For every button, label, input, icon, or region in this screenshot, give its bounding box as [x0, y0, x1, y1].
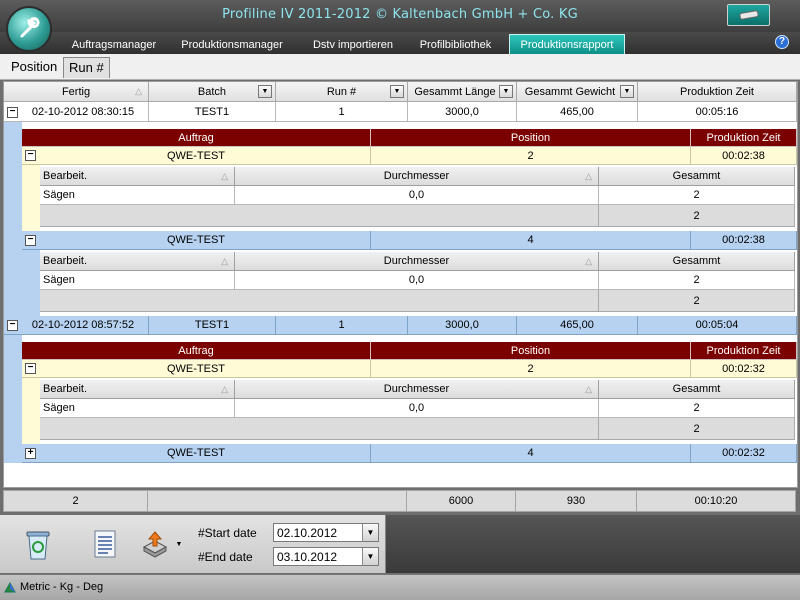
column-header-batch[interactable]: Batch ▼ — [149, 82, 276, 102]
collapse-icon[interactable]: − — [7, 320, 18, 331]
status-bar: Metric - Kg - Deg — [0, 574, 800, 600]
end-date-input[interactable]: 03.10.2012 ▼ — [273, 547, 379, 566]
order-row[interactable]: QWE-TEST 2 00:02:32 — [22, 360, 797, 378]
start-date-dropdown-icon[interactable]: ▼ — [362, 524, 378, 541]
help-icon[interactable]: ? — [775, 35, 789, 49]
operation-header: Bearbeit. △ Durchmesser △ Gesammt — [40, 167, 795, 186]
sort-icon: △ — [135, 86, 142, 96]
tab-produktionsmanager[interactable]: Produktionsmanager — [172, 36, 292, 54]
sort-icon: △ — [221, 383, 228, 394]
operation-header: Bearbeit. △ Durchmesser △ Gesammt — [40, 380, 795, 399]
column-header-fertig[interactable]: Fertig △ — [4, 82, 149, 102]
sort-icon: △ — [221, 255, 228, 266]
sort-icon: △ — [221, 170, 228, 181]
sort-icon: △ — [585, 383, 592, 394]
tab-produktionsrapport[interactable]: Produktionsrapport — [509, 34, 625, 54]
filter-dropdown-icon[interactable]: ▼ — [258, 85, 272, 98]
sort-icon: △ — [585, 170, 592, 181]
units-icon — [4, 581, 16, 593]
tab-dstv-importieren[interactable]: Dstv importieren — [303, 36, 403, 54]
units-status: Metric - Kg - Deg — [20, 581, 104, 593]
app-logo[interactable] — [6, 6, 52, 52]
view-tab-bar: Position Run # — [0, 54, 800, 80]
column-header-gewicht[interactable]: Gesammt Gewicht ▼ — [517, 82, 638, 102]
end-date-dropdown-icon[interactable]: ▼ — [362, 548, 378, 565]
report-document-icon[interactable] — [90, 527, 120, 561]
tab-position[interactable]: Position — [6, 57, 62, 78]
sort-icon: △ — [585, 255, 592, 266]
recycle-bin-icon[interactable] — [20, 525, 56, 563]
bottom-toolbar: ▼ #Start date 02.10.2012 ▼ #End date 03.… — [0, 515, 800, 573]
order-row[interactable]: QWE-TEST 4 00:02:32 — [22, 444, 797, 463]
collapse-icon[interactable]: − — [25, 150, 36, 161]
operation-row[interactable]: Sägen 0,0 2 — [40, 271, 795, 290]
report-controls: ▼ #Start date 02.10.2012 ▼ #End date 03.… — [0, 515, 386, 573]
window-control-icon — [738, 10, 759, 20]
operation-footer: 2 — [40, 290, 795, 312]
production-report-grid: Fertig △ Batch ▼ Run # ▼ Gesammt Länge ▼ Ges… — [3, 81, 798, 488]
expand-icon[interactable]: + — [25, 448, 36, 459]
summary-row: 2 6000 930 00:10:20 — [3, 490, 798, 512]
operation-row[interactable]: Sägen 0,0 2 — [40, 399, 795, 418]
table-row[interactable]: 02-10-2012 08:57:52 TEST1 1 3000,0 465,0… — [4, 316, 797, 335]
column-header-run[interactable]: Run # ▼ — [276, 82, 408, 102]
collapse-icon[interactable]: − — [25, 363, 36, 374]
operation-row[interactable]: Sägen 0,0 2 — [40, 186, 795, 205]
collapse-icon[interactable]: − — [7, 107, 18, 118]
start-date-label: #Start date — [198, 526, 257, 540]
title-bar: Profiline IV 2011-2012 © Kaltenbach GmbH… — [0, 0, 800, 32]
tab-profilbibliothek[interactable]: Profilbibliothek — [408, 36, 503, 54]
grid-header: Fertig △ Batch ▼ Run # ▼ Gesammt Länge ▼ Ges… — [4, 82, 797, 102]
end-date-label: #End date — [198, 550, 253, 564]
detail-header: Auftrag Position Produktion Zeit — [22, 129, 797, 147]
wrench-icon — [20, 17, 40, 38]
tab-run[interactable]: Run # — [63, 57, 110, 78]
start-date-input[interactable]: 02.10.2012 ▼ — [273, 523, 379, 542]
export-icon[interactable] — [138, 527, 172, 561]
export-menu-chevron-icon[interactable]: ▼ — [174, 539, 184, 549]
main-tab-bar: Auftragsmanager Produktionsmanager Dstv … — [0, 32, 800, 54]
column-header-zeit[interactable]: Produktion Zeit — [638, 82, 797, 102]
tab-auftragsmanager[interactable]: Auftragsmanager — [64, 36, 164, 54]
table-row[interactable]: 02-10-2012 08:30:15 TEST1 1 3000,0 465,0… — [4, 102, 797, 122]
minimize-button[interactable] — [727, 4, 770, 26]
operation-footer: 2 — [40, 418, 795, 440]
filter-dropdown-icon[interactable]: ▼ — [390, 85, 404, 98]
column-header-laenge[interactable]: Gesammt Länge ▼ — [408, 82, 517, 102]
filter-dropdown-icon[interactable]: ▼ — [499, 85, 513, 98]
order-row[interactable]: QWE-TEST 4 00:02:38 — [22, 231, 797, 250]
window-title: Profiline IV 2011-2012 © Kaltenbach GmbH… — [222, 7, 578, 22]
order-row[interactable]: QWE-TEST 2 00:02:38 — [22, 147, 797, 165]
collapse-icon[interactable]: − — [25, 235, 36, 246]
detail-header: Auftrag Position Produktion Zeit — [22, 342, 797, 360]
operation-footer: 2 — [40, 205, 795, 227]
operation-header: Bearbeit. △ Durchmesser △ Gesammt — [40, 252, 795, 271]
filter-dropdown-icon[interactable]: ▼ — [620, 85, 634, 98]
